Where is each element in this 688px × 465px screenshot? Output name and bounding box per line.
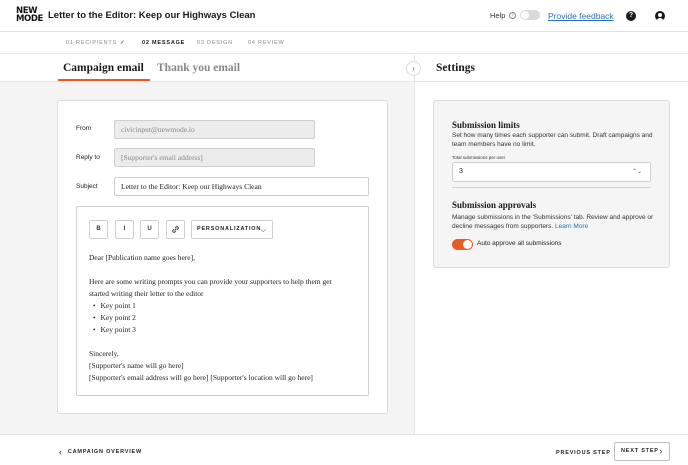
tab-thank-you-email[interactable]: Thank you email — [157, 62, 240, 74]
key-point-3: Key point 3 — [100, 325, 136, 334]
auto-approve-label: Auto approve all submissions — [477, 240, 562, 247]
tab-campaign-email[interactable]: Campaign email — [63, 62, 144, 74]
campaign-overview-label: Campaign overview — [67, 449, 143, 455]
footer-bar: ‹ Campaign overview Previous step Next s… — [0, 434, 688, 465]
total-submissions-value: 3 — [459, 168, 463, 175]
info-icon: i — [509, 11, 517, 19]
rich-text-editor[interactable]: B I U Personalization ⌵ Dear [Publicatio… — [76, 206, 369, 396]
reply-to-field: [Supporter's email address] — [114, 148, 315, 167]
key-point-2: Key point 2 — [100, 313, 136, 322]
link-button[interactable] — [166, 220, 185, 239]
email-tabs: Campaign email Thank you email — [0, 55, 414, 82]
key-point-1: Key point 1 — [100, 301, 136, 310]
submission-limits-title: Submission limits — [452, 120, 520, 130]
panel-divider — [414, 55, 415, 434]
bold-button[interactable]: B — [89, 220, 108, 239]
active-tab-indicator — [58, 79, 150, 81]
collapse-panel-button[interactable]: › — [406, 61, 421, 76]
approvals-desc-text: Manage submissions in the 'Submissions' … — [452, 214, 654, 230]
step-review[interactable]: 04 Review — [248, 40, 285, 46]
email-intro-line-2: started writing their letter to the edit… — [89, 289, 204, 298]
auto-approve-toggle[interactable] — [452, 239, 473, 250]
underline-button[interactable]: U — [140, 220, 159, 239]
email-signature-details: [Supporter's email address will go here]… — [89, 373, 313, 382]
checkmark-icon: ✓ — [120, 40, 126, 46]
italic-button[interactable]: I — [115, 220, 134, 239]
help-toggle[interactable] — [520, 10, 541, 20]
top-bar: NEW MODE Letter to the Editor: Keep our … — [0, 0, 688, 32]
list-item: • Key point 1 — [93, 301, 136, 310]
newmode-logo[interactable]: NEW MODE — [16, 7, 43, 24]
step-recipients-label: 01 Recipients — [66, 40, 118, 46]
question-icon[interactable]: ? — [626, 11, 636, 21]
limits-divider — [452, 187, 651, 188]
reply-to-label: Reply to — [76, 154, 100, 161]
next-step-button[interactable]: Next step › — [614, 442, 670, 461]
campaign-title: Letter to the Editor: Keep our Highways … — [48, 10, 256, 21]
settings-divider — [415, 81, 688, 82]
step-recipients[interactable]: 01 Recipients ✓ — [66, 40, 125, 46]
personalization-dropdown[interactable]: Personalization ⌵ — [191, 220, 273, 239]
submission-approvals-description: Manage submissions in the 'Submissions' … — [452, 214, 657, 231]
chevron-right-icon: › — [659, 446, 663, 456]
settings-title: Settings — [436, 62, 475, 74]
personalization-label: Personalization — [197, 226, 262, 232]
email-greeting: Dear [Publication name goes here], — [89, 253, 195, 262]
provide-feedback-link[interactable]: Provide feedback — [548, 11, 614, 21]
list-item: • Key point 3 — [93, 325, 136, 334]
step-design[interactable]: 03 Design — [197, 40, 233, 46]
link-icon — [172, 226, 179, 233]
help-label: Help — [490, 10, 506, 20]
total-submissions-select[interactable]: 3 ⌃⌄ — [452, 162, 651, 182]
user-account-icon[interactable] — [655, 11, 665, 21]
step-message[interactable]: 02 Message — [142, 40, 185, 46]
chevron-down-icon: ⌵ — [260, 225, 267, 234]
from-label: From — [76, 125, 92, 132]
step-navigation: 01 Recipients ✓ 02 Message 03 Design 04 R… — [0, 32, 688, 54]
learn-more-link[interactable]: Learn More — [555, 223, 588, 230]
email-signature-name: [Supporter's name will go here] — [89, 361, 184, 370]
subject-label: Subject — [76, 183, 98, 190]
email-intro-line-1: Here are some writing prompts you can pr… — [89, 277, 332, 286]
help-toggle-group: Help i — [490, 10, 541, 20]
subject-input[interactable]: Letter to the Editor: Keep our Highways … — [114, 177, 369, 196]
email-closing: Sincerely, — [89, 349, 119, 358]
total-submissions-label: Total submissions per user — [452, 155, 506, 160]
logo-line-2: MODE — [16, 14, 43, 24]
from-field: civicinput@newmode.io — [114, 120, 315, 139]
campaign-overview-link[interactable]: ‹ Campaign overview — [59, 447, 142, 457]
up-down-chevron-icon: ⌃⌄ — [631, 169, 642, 175]
previous-step-button[interactable]: Previous step — [556, 450, 611, 456]
list-item: • Key point 2 — [93, 313, 136, 322]
submission-approvals-title: Submission approvals — [452, 200, 537, 210]
chevron-left-icon: ‹ — [59, 447, 63, 457]
next-step-label: Next step — [621, 448, 659, 454]
submission-limits-description: Set how many times each supporter can su… — [452, 132, 653, 148]
